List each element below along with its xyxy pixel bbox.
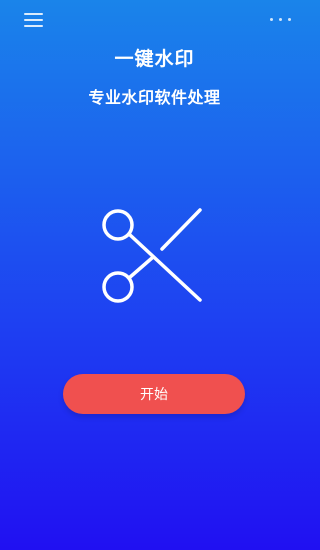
menu-icon-bar xyxy=(24,19,43,21)
menu-icon-bar xyxy=(24,13,43,15)
scissors-icon xyxy=(102,208,202,303)
app-subtitle: 专业水印软件处理 xyxy=(88,88,221,107)
app-title: 一键水印 xyxy=(114,48,195,70)
more-dot xyxy=(288,17,291,21)
menu-icon-bar xyxy=(24,25,43,27)
more-dot xyxy=(279,17,282,21)
more-dot xyxy=(270,17,273,21)
start-button[interactable]: 开始 xyxy=(63,374,245,414)
menu-button[interactable] xyxy=(24,12,43,28)
more-options-button[interactable] xyxy=(270,12,291,26)
